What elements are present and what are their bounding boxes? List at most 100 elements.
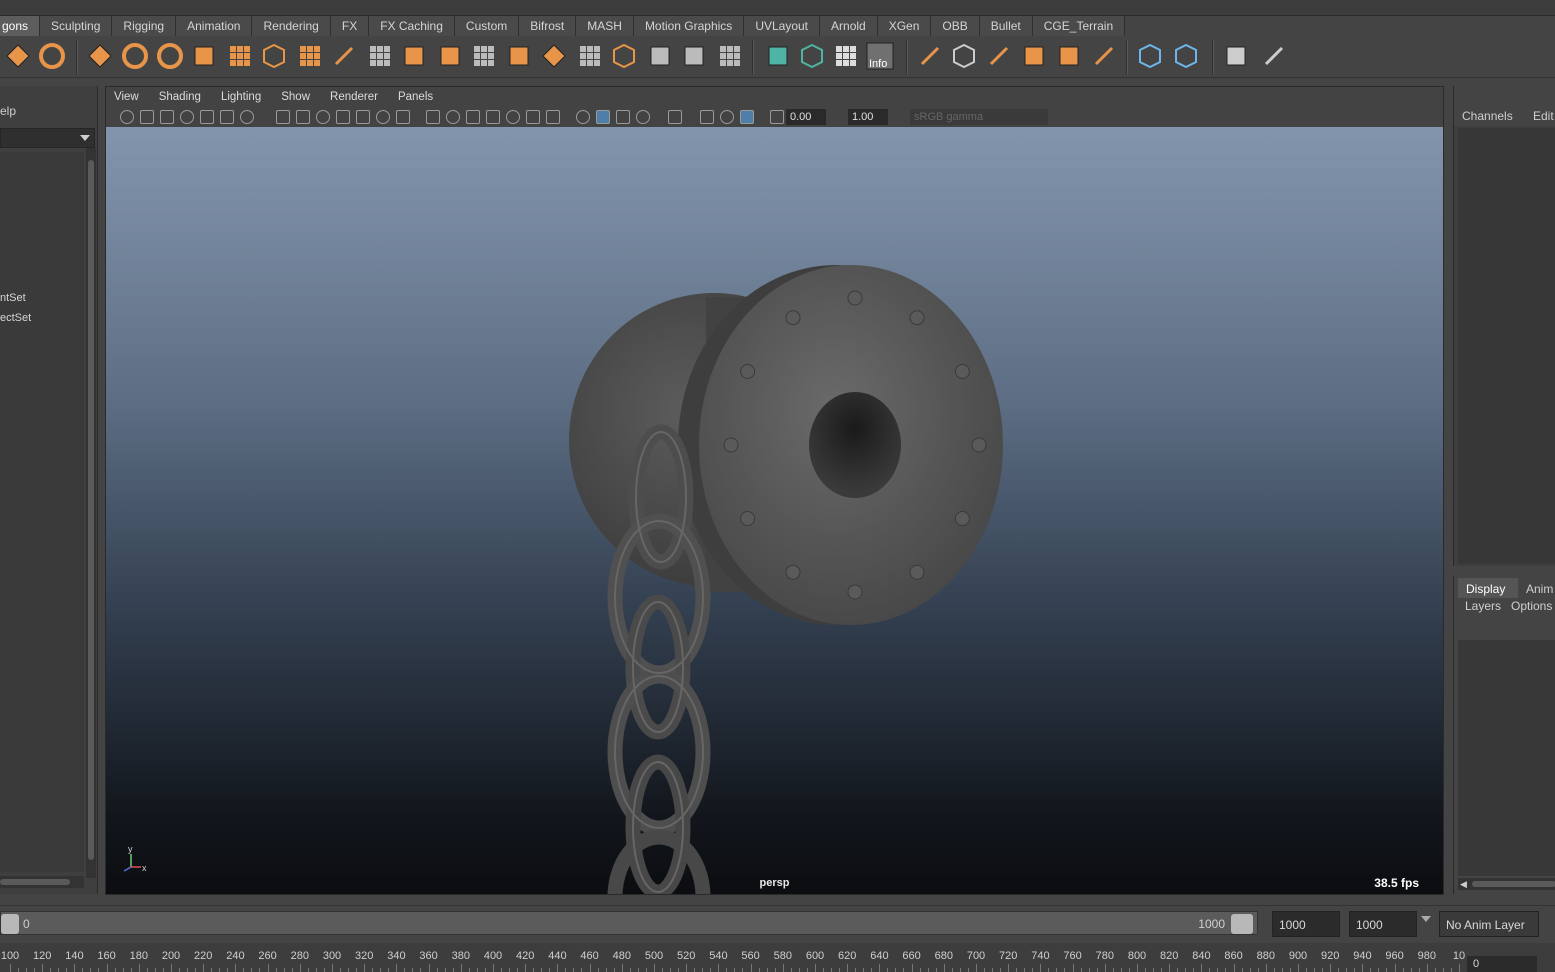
menu-layers[interactable]: Layers [1465,599,1501,613]
viewport-tool-icon[interactable] [296,110,310,124]
shelf-tool-grid-icon[interactable] [296,42,324,70]
scrollbar-thumb[interactable] [1472,881,1555,887]
shelf-tab-rendering[interactable]: Rendering [252,16,331,36]
shelf-tool-box-icon[interactable] [646,42,674,70]
3d-viewport[interactable]: y x persp 38.5 fps [106,127,1443,894]
list-item[interactable]: ntSet [0,292,26,304]
range-end-handle[interactable] [1231,914,1253,934]
viewport-tool-icon[interactable] [668,110,682,124]
outliner-horizontal-scrollbar[interactable] [0,876,84,888]
gamma-field[interactable]: 1.00 [848,109,888,125]
viewport-tool-icon[interactable] [576,110,590,124]
outliner-vertical-scrollbar[interactable] [86,148,96,878]
shelf-tool-box-icon[interactable] [680,42,708,70]
viewport-tool-icon[interactable] [636,110,650,124]
shelf-tool-box-icon[interactable] [1222,42,1250,70]
shelf-tab-animation[interactable]: Animation [176,16,253,36]
tab-channels[interactable]: Channels [1462,109,1513,123]
shelf-tool-pen-icon[interactable] [916,42,944,70]
shelf-tool-grid-icon[interactable] [576,42,604,70]
viewport-tool-icon[interactable] [526,110,540,124]
playback-end-field[interactable]: 1000 [1272,911,1340,937]
viewport-tool-icon[interactable] [160,110,174,124]
viewport-tool-icon[interactable] [276,110,290,124]
viewport-tool-icon[interactable] [616,110,630,124]
shelf-tab-bullet[interactable]: Bullet [979,16,1033,36]
viewport-tool-icon[interactable] [336,110,350,124]
viewport-tool-icon[interactable] [770,110,784,124]
menu-options[interactable]: Options [1511,599,1552,613]
viewport-tool-icon[interactable] [180,110,194,124]
shelf-tool-grid-icon[interactable] [366,42,394,70]
outliner-filter-dropdown[interactable] [0,128,95,148]
viewport-menu-panels[interactable]: Panels [398,91,433,103]
anim-layer-select[interactable]: No Anim Layer [1439,911,1539,937]
shelf-tool-box-icon[interactable] [764,42,792,70]
viewport-tool-icon[interactable] [720,110,734,124]
shelf-tab-obb[interactable]: OBB [931,16,980,36]
viewport-tool-icon[interactable] [446,110,460,124]
info-icon[interactable]: Info [866,42,894,70]
shelf-tab-custom[interactable]: Custom [454,16,520,36]
chevron-left-icon[interactable]: ◀ [1460,879,1467,890]
shelf-tab-gons[interactable]: gons [0,16,41,36]
shelf-tool-box-icon[interactable] [505,42,533,70]
layer-horizontal-scrollbar[interactable]: ◀ [1458,878,1555,890]
viewport-tool-icon[interactable] [426,110,440,124]
shelf-tool-box-icon[interactable] [1020,42,1048,70]
viewport-tool-icon[interactable] [486,110,500,124]
viewport-tool-icon[interactable] [120,110,134,124]
scrollbar-thumb[interactable] [88,160,94,860]
scrollbar-thumb[interactable] [0,879,70,885]
tab-anim[interactable]: Anim [1526,582,1553,596]
shelf-tool-box-icon[interactable] [400,42,428,70]
viewport-menu-renderer[interactable]: Renderer [330,91,378,103]
viewport-tool-icon[interactable] [200,110,214,124]
shelf-tab-uvlayout[interactable]: UVLayout [744,16,821,36]
color-space-select[interactable]: sRGB gamma [910,109,1048,125]
range-start-handle[interactable] [1,914,19,934]
shelf-tab-motion-graphics[interactable]: Motion Graphics [633,16,745,36]
shelf-tab-arnold[interactable]: Arnold [820,16,878,36]
shelf-tool-circle-icon[interactable] [156,42,184,70]
range-slider[interactable]: 0 1000 [0,911,1258,935]
shelf-tab-fx-caching[interactable]: FX Caching [369,16,455,36]
viewport-menu-show[interactable]: Show [281,91,310,103]
shelf-tab-fx[interactable]: FX [330,16,370,36]
viewport-tool-icon[interactable] [466,110,480,124]
shelf-tool-cube-icon[interactable] [260,42,288,70]
viewport-tool-icon[interactable] [140,110,154,124]
shelf-tab-rigging[interactable]: Rigging [112,16,177,36]
shelf-tool-grid-icon[interactable] [716,42,744,70]
shelf-tool-circle-icon[interactable] [121,42,149,70]
shelf-tool-pen-icon[interactable] [1090,42,1118,70]
shelf-tool-diamond-icon[interactable] [540,42,568,70]
outliner-menu-help[interactable]: elp [0,104,16,118]
shelf-tool-cube-icon[interactable] [1136,42,1164,70]
shelf-tool-pen-icon[interactable] [330,42,358,70]
shelf-tab-cge-terrain[interactable]: CGE_Terrain [1032,16,1126,36]
shelf-tool-cube-icon[interactable] [798,42,826,70]
shelf-tool-grid-icon[interactable] [470,42,498,70]
viewport-tool-icon[interactable] [596,110,610,124]
shelf-tool-cube-icon[interactable] [950,42,978,70]
viewport-menu-lighting[interactable]: Lighting [221,91,261,103]
viewport-tool-icon[interactable] [396,110,410,124]
viewport-tool-icon[interactable] [316,110,330,124]
tab-edit[interactable]: Edit [1533,109,1554,123]
chevron-down-icon[interactable] [1421,916,1431,922]
shelf-tool-pen-icon[interactable] [1260,42,1288,70]
shelf-tool-cube-icon[interactable] [1172,42,1200,70]
viewport-tool-icon[interactable] [546,110,560,124]
shelf-tool-cube-icon[interactable] [610,42,638,70]
shelf-tab-mash[interactable]: MASH [576,16,634,36]
shelf-tab-bifrost[interactable]: Bifrost [519,16,577,36]
shelf-tool-box-icon[interactable] [436,42,464,70]
viewport-tool-icon[interactable] [356,110,370,124]
shelf-tool-grid-icon[interactable] [226,42,254,70]
viewport-tool-icon[interactable] [506,110,520,124]
tab-display[interactable]: Display [1458,578,1518,598]
list-item[interactable]: ectSet [0,312,31,324]
viewport-menu-shading[interactable]: Shading [159,91,201,103]
viewport-tool-icon[interactable] [740,110,754,124]
